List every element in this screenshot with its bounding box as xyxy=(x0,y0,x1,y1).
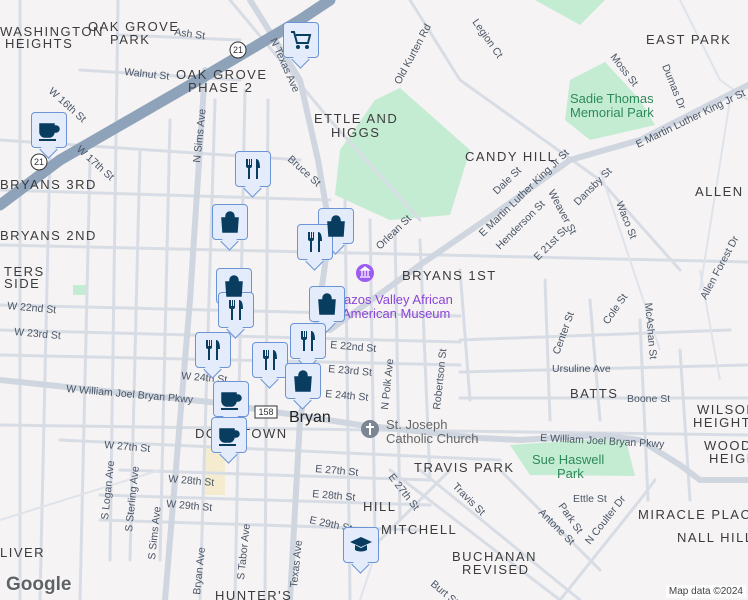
street-label: Legion Ct xyxy=(470,17,506,61)
neighborhood-label: BATTS xyxy=(570,386,618,401)
church-poi[interactable]: St. Joseph Catholic Church xyxy=(361,417,479,446)
neighborhood-label: TRAVIS PARK xyxy=(414,460,515,475)
highway-21-shield: 21 xyxy=(229,41,247,59)
park-area-top xyxy=(535,0,605,25)
neighborhood-label: HEIGHTS xyxy=(709,451,748,466)
neighborhood-label: BRYANS 1ST xyxy=(402,268,497,283)
restaurant-icon xyxy=(206,340,220,360)
park-label: Memorial Park xyxy=(570,105,654,120)
museum-label: Brazos Valley African xyxy=(331,292,453,307)
street-label: Robertson St xyxy=(431,348,449,410)
street-label: E 23rd St xyxy=(328,363,373,379)
park-label: Park xyxy=(557,466,584,481)
park-label: Sue Haswell xyxy=(532,452,604,467)
shopping-bag-icon xyxy=(318,293,336,315)
neighborhood-label: NALL HILL xyxy=(677,530,748,545)
marker-coffee[interactable] xyxy=(211,417,247,453)
neighborhood-label: PHASE 2 xyxy=(188,80,253,95)
neighborhood-label: HEIGHTS xyxy=(693,415,748,430)
map-attribution[interactable]: Map data ©2024 xyxy=(665,585,746,598)
neighborhood-label: BRYANS 3RD xyxy=(0,177,97,192)
shopping-cart-icon xyxy=(291,31,312,49)
neighborhood-label: HUNTER'S xyxy=(215,588,292,600)
restaurant-icon xyxy=(263,350,277,370)
highway-21-shield: 21 xyxy=(30,153,48,171)
map-canvas[interactable]: 21 21 158 WASHINGTON HEIGHTS OAK GROVE P… xyxy=(0,0,748,600)
street-label: N Polk Ave xyxy=(379,358,396,410)
street-label: E 22nd St xyxy=(330,339,377,355)
neighborhood-label: MITCHELL xyxy=(381,522,457,537)
marker-restaurant[interactable] xyxy=(290,323,326,359)
neighborhood-label: REVISED xyxy=(462,562,530,577)
street-label: S Logan Ave xyxy=(99,460,117,520)
coffee-icon xyxy=(39,123,60,141)
neighborhood-label: HIGGS xyxy=(331,125,380,140)
coffee-icon xyxy=(221,392,242,410)
street-label: Ettle St xyxy=(573,493,607,505)
marker-restaurant[interactable] xyxy=(235,151,271,187)
street-label: Boone St xyxy=(627,393,670,405)
neighborhood-label: MIRACLE PLACE xyxy=(638,507,748,522)
svg-text:158: 158 xyxy=(258,407,273,417)
street-label: Bryan Ave xyxy=(191,546,208,595)
restaurant-icon xyxy=(246,159,260,179)
street-label: McAshan St xyxy=(642,302,659,360)
shopping-bag-icon xyxy=(225,275,243,297)
street-label: E 24th St xyxy=(325,388,369,404)
neighborhood-label: ALLEN F xyxy=(695,184,748,199)
street-label: Allen Forest Dr xyxy=(698,234,742,302)
svg-text:21: 21 xyxy=(233,45,243,55)
coffee-icon xyxy=(219,428,240,446)
neighborhood-label: BRYANS 2ND xyxy=(0,228,97,243)
marker-shopping-bag[interactable] xyxy=(212,204,248,240)
church-label: Catholic Church xyxy=(386,431,479,446)
svg-text:21: 21 xyxy=(34,157,44,167)
restaurant-icon xyxy=(301,331,315,351)
marker-coffee[interactable] xyxy=(31,112,67,148)
marker-shopping-cart[interactable] xyxy=(283,22,319,58)
graduation-cap-icon xyxy=(350,537,372,552)
street-label: W 22nd St xyxy=(7,300,57,316)
restaurant-icon xyxy=(229,300,243,320)
street-label: Old Kurten Rd xyxy=(392,22,434,87)
street-label: Burt St xyxy=(428,578,460,600)
marker-restaurant[interactable] xyxy=(218,292,254,328)
shopping-bag-icon xyxy=(294,370,312,392)
neighborhood-label: HILL xyxy=(363,499,396,514)
marker-restaurant[interactable] xyxy=(195,332,231,368)
street-label: Ash St xyxy=(174,26,206,42)
park-label: Sadie Thomas xyxy=(570,91,654,106)
street-label: Dansby St xyxy=(572,165,615,208)
shopping-bag-icon xyxy=(221,211,239,233)
street-label: Ursuline Ave xyxy=(552,363,611,375)
neighborhood-label: SIDE xyxy=(4,276,40,291)
shopping-bag-icon xyxy=(327,215,345,237)
museum-label: American Museum xyxy=(342,306,450,321)
marker-graduation-cap[interactable] xyxy=(343,527,379,563)
street-label: Cole St xyxy=(601,292,631,327)
highway-158-shield: 158 xyxy=(254,405,278,419)
marker-shopping-bag[interactable] xyxy=(285,363,321,399)
city-label: Bryan xyxy=(289,409,331,426)
neighborhood-label: ETTLE AND xyxy=(314,111,398,126)
neighborhood-label: CANDY HILL xyxy=(465,149,556,164)
church-label: St. Joseph xyxy=(386,417,447,432)
marker-shopping-bag[interactable] xyxy=(309,286,345,322)
restaurant-icon xyxy=(308,232,322,252)
street-label: Walnut St xyxy=(124,66,170,83)
street-label: Center St xyxy=(551,310,577,356)
neighborhood-label: HEIGHTS xyxy=(5,36,73,51)
marker-restaurant[interactable] xyxy=(252,342,288,378)
neighborhood-label: PARK xyxy=(110,32,150,47)
small-park xyxy=(73,285,87,295)
neighborhood-label: EAST PARK xyxy=(646,32,731,47)
street-label: Dumas Dr xyxy=(659,63,688,112)
marker-coffee[interactable] xyxy=(213,381,249,417)
google-logo: Google xyxy=(6,574,72,595)
neighborhood-label: LIVER xyxy=(0,545,45,560)
